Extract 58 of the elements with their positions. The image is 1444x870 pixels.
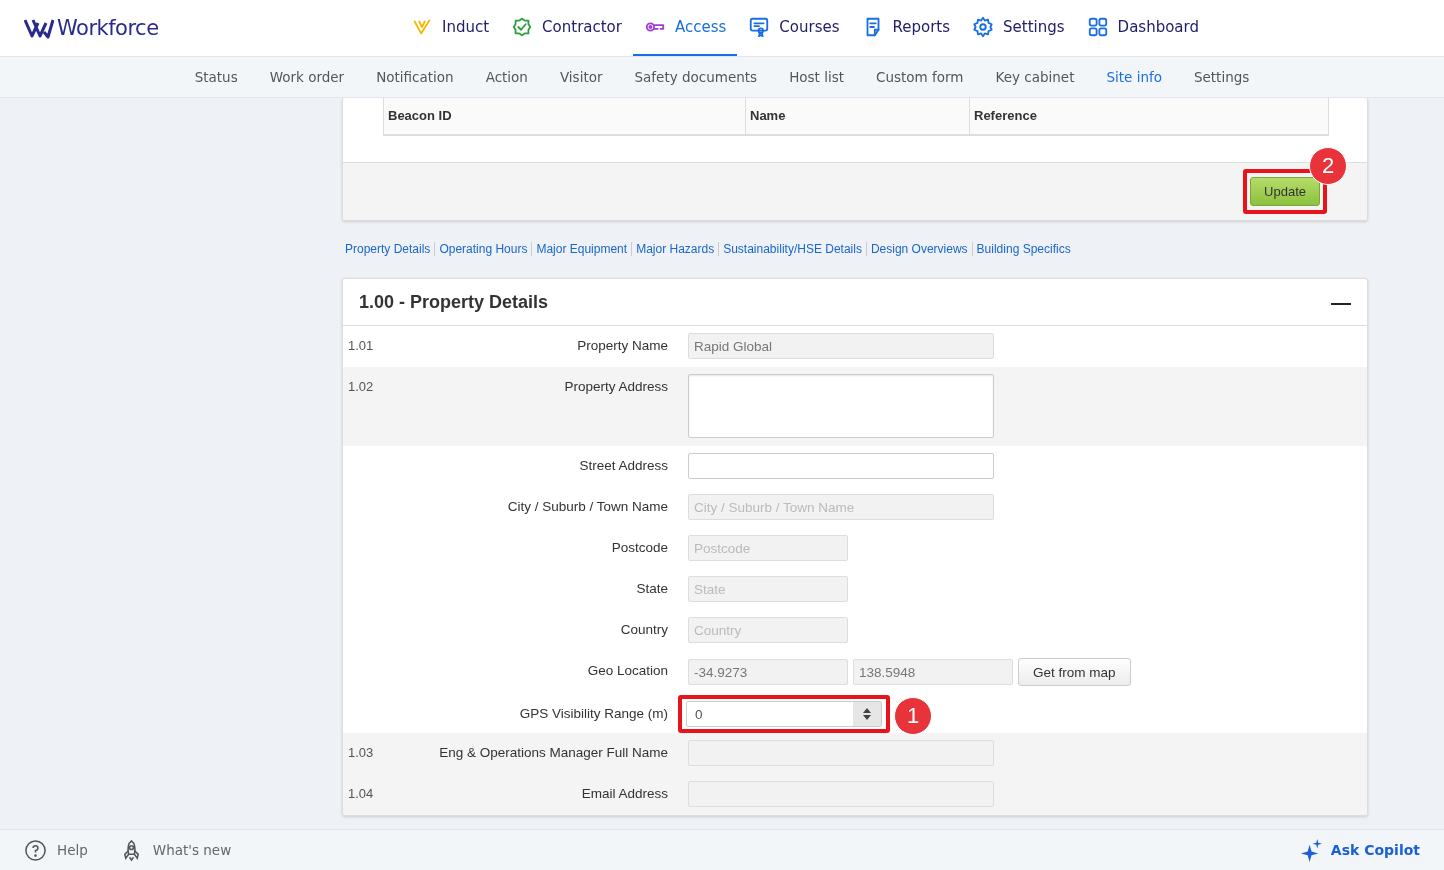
item-number: 1.02 [348, 378, 375, 394]
copilot-link[interactable]: Ask Copilot [1299, 838, 1420, 862]
subnav-link[interactable]: Notification [376, 69, 454, 85]
nav-tab[interactable]: Dashboard [1075, 0, 1210, 56]
nav-tab[interactable]: Courses [737, 0, 851, 56]
input-field[interactable] [688, 453, 994, 479]
section-link[interactable]: Property Details [345, 242, 431, 256]
text-area[interactable] [688, 374, 994, 438]
subnav-link[interactable]: Site info [1106, 69, 1162, 85]
section-link[interactable]: Major Hazards [636, 242, 715, 256]
field-label: Eng & Operations Manager Full Name [438, 744, 668, 760]
field-label: GPS Visibility Range (m) [518, 705, 668, 721]
field-label: Country [619, 621, 668, 637]
subnav-link[interactable]: Action [485, 69, 528, 85]
field-label: Email Address [580, 785, 668, 801]
section-title: 1.00 - Property Details [359, 291, 549, 313]
map-button[interactable]: Get from map [1018, 658, 1131, 686]
logo-icon [24, 17, 54, 39]
nav-tab[interactable]: Settings [961, 0, 1076, 56]
subnav-link[interactable]: Work order [269, 69, 345, 85]
collapse-button[interactable]: — [1331, 290, 1351, 314]
column-header: Beacon ID [384, 98, 745, 134]
subnav-link[interactable]: Host list [789, 69, 844, 85]
field-label: State [635, 580, 668, 596]
field-label: City / Suburb / Town Name [506, 498, 668, 514]
section-link[interactable]: Sustainability/HSE Details [723, 242, 862, 256]
column-header: Reference [969, 98, 1328, 134]
stepper-icon[interactable] [853, 702, 881, 726]
brand-name: Workforce [57, 16, 159, 40]
column-header: Name [745, 98, 969, 134]
subnav-link[interactable]: Custom form [876, 69, 964, 85]
field-label: Property Name [576, 337, 668, 353]
sparkle-icon [1299, 838, 1323, 862]
field-label: Geo Location [586, 662, 668, 678]
subnav-link[interactable]: Visitor [559, 69, 603, 85]
nav-tab[interactable]: Contractor [500, 0, 633, 56]
section-link[interactable]: Major Equipment [536, 242, 628, 256]
update-button[interactable]: Update [1250, 177, 1320, 206]
nav-tab[interactable]: Reports [850, 0, 962, 56]
field-label: Postcode [610, 539, 668, 555]
help-link[interactable]: Help [24, 838, 88, 862]
subnav-link[interactable]: Safety documents [634, 69, 758, 85]
step-marker: 2 [1309, 147, 1347, 185]
item-number: 1.04 [348, 785, 375, 801]
item-number: 1.01 [348, 337, 375, 353]
help-icon [24, 838, 47, 862]
nav-tab[interactable]: Induct [400, 0, 501, 56]
field-label: Street Address [578, 457, 668, 473]
whats-new-link[interactable]: What's new [119, 838, 232, 862]
subnav-link[interactable]: Status [194, 69, 238, 85]
section-link[interactable]: Building Specifics [976, 242, 1071, 256]
step-marker: 1 [894, 697, 932, 735]
subnav-link[interactable]: Settings [1193, 69, 1250, 85]
item-number: 1.03 [348, 744, 375, 760]
subnav-link[interactable]: Key cabinet [995, 69, 1075, 85]
field-label: Property Address [563, 378, 668, 394]
section-link[interactable]: Operating Hours [439, 242, 528, 256]
section-link[interactable]: Design Overviews [870, 242, 968, 256]
